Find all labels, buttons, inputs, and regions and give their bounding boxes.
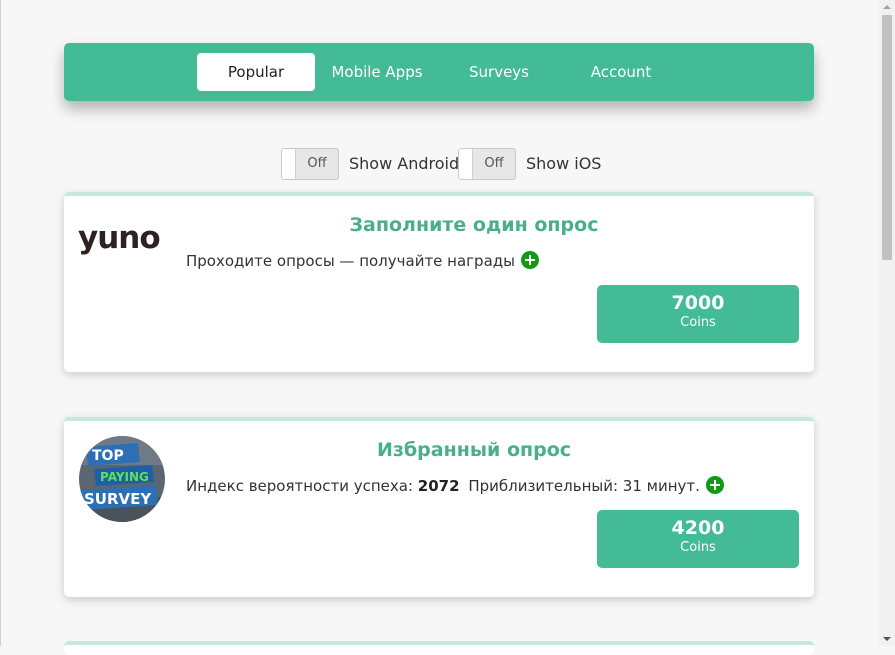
offer-title: Избранный опрос xyxy=(376,439,572,461)
reward-amount: 7000 xyxy=(671,292,725,314)
top-paying-survey-logo: TOP PAYING SURVEY xyxy=(79,436,165,522)
offer-title: Заполните один опрос xyxy=(349,214,599,236)
logo-line-top: TOP xyxy=(92,448,124,464)
tab-mobile-apps[interactable]: Mobile Apps xyxy=(318,53,436,91)
plus-circle-icon[interactable] xyxy=(521,251,539,269)
reward-unit: Coins xyxy=(680,540,716,555)
tab-popular[interactable]: Popular xyxy=(197,53,315,91)
offer-description: Проходите опросы — получайте награды xyxy=(186,251,539,270)
offer-description-text: Проходите опросы — получайте награды xyxy=(186,252,515,270)
logo-line-paying: PAYING xyxy=(100,470,149,484)
toggle-knob xyxy=(459,149,473,179)
yuno-logo: yuno xyxy=(78,220,161,256)
reward-amount: 4200 xyxy=(671,517,725,539)
scroll-down-icon[interactable] xyxy=(883,637,891,641)
android-toggle-label: Show Android xyxy=(349,154,460,173)
offer-card: TOP PAYING SURVEY Избранный опрос Индекс… xyxy=(64,417,814,597)
toggle-state: Off xyxy=(484,156,504,171)
tab-surveys[interactable]: Surveys xyxy=(440,53,558,91)
ios-toggle[interactable]: Off xyxy=(458,148,516,180)
reward-unit: Coins xyxy=(680,315,716,330)
page-left-border xyxy=(0,0,1,646)
ios-toggle-label: Show iOS xyxy=(526,154,602,173)
vertical-scrollbar[interactable] xyxy=(879,0,895,646)
success-index-value: 2072 xyxy=(417,477,460,495)
logo-line-survey: SURVEY xyxy=(84,490,152,508)
svg-text:yuno: yuno xyxy=(78,220,160,256)
scroll-up-icon[interactable] xyxy=(883,5,891,9)
offer-description: Индекс вероятности успеха: 2072 Приблизи… xyxy=(186,476,724,495)
category-nav: Popular Mobile Apps Surveys Account xyxy=(64,43,814,101)
scrollbar-thumb[interactable] xyxy=(882,15,892,260)
success-index-label: Индекс вероятности успеха: xyxy=(186,477,413,495)
toggle-knob xyxy=(282,149,296,179)
toggle-state: Off xyxy=(307,156,327,171)
android-toggle[interactable]: Off xyxy=(281,148,339,180)
offer-reward-button[interactable]: 4200 Coins xyxy=(597,510,799,568)
offer-card-partial xyxy=(64,641,814,655)
estimated-time: Приблизительный: 31 минут. xyxy=(468,477,700,495)
plus-circle-icon[interactable] xyxy=(705,476,724,494)
offer-reward-button[interactable]: 7000 Coins xyxy=(597,285,799,343)
offer-card: yuno Заполните один опрос Проходите опро… xyxy=(64,192,814,372)
tab-account[interactable]: Account xyxy=(562,53,680,91)
